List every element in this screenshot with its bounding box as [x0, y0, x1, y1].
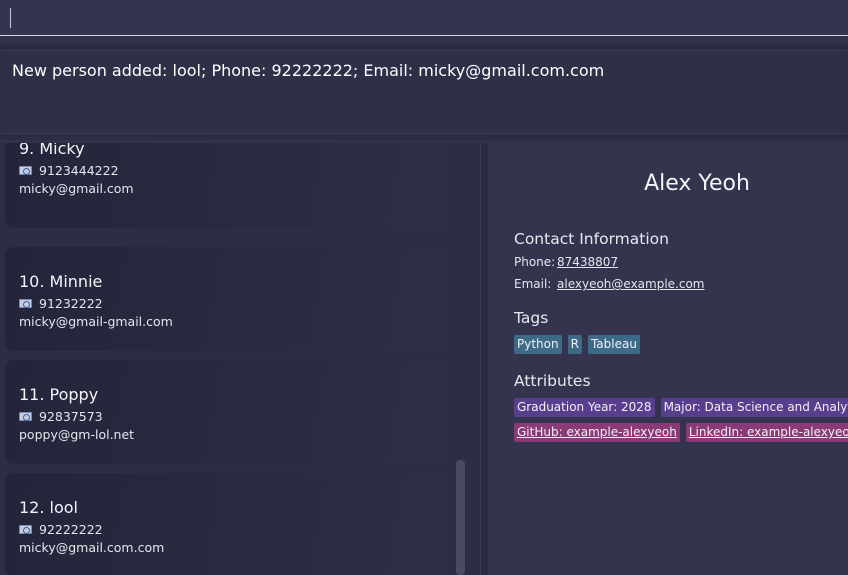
person-email: poppy@gm-lol.net	[19, 427, 135, 442]
linkedin-link-chip[interactable]: LinkedIn: example-alexyeoh	[685, 423, 848, 442]
tag-chip: R	[567, 335, 582, 354]
person-email: micky@gmail-gmail.com	[19, 314, 173, 329]
person-email: micky@gmail.com	[19, 181, 134, 196]
attribute-chip: Graduation Year: 2028	[514, 398, 655, 417]
person-phone: 92222222	[39, 522, 103, 537]
attributes-heading: Attributes	[514, 372, 591, 390]
tag-chip: Python	[514, 335, 562, 354]
split-pane-divider[interactable]	[480, 143, 488, 575]
phone-icon	[19, 525, 32, 534]
phone-icon	[19, 412, 32, 421]
person-name: 11. Poppy	[19, 385, 99, 404]
contact-info-heading: Contact Information	[514, 230, 669, 248]
person-name: 9. Micky	[19, 143, 85, 158]
person-card[interactable]: 11. Poppy 92837573 poppy@gm-lol.net	[5, 360, 448, 464]
person-card[interactable]: 9. Micky 9123444222 micky@gmail.com	[5, 143, 448, 228]
person-list[interactable]: 9. Micky 9123444222 micky@gmail.com 10. …	[0, 143, 480, 575]
command-input[interactable]	[0, 0, 848, 35]
github-link-chip[interactable]: GitHub: example-alexyeoh	[514, 423, 680, 442]
person-detail-panel: Alex Yeoh Contact Information Phone: 874…	[488, 143, 848, 575]
person-phone-row: 92837573	[19, 409, 103, 424]
tag-list: Python R Tableau	[514, 335, 640, 354]
phone-icon	[19, 166, 32, 175]
person-phone: 92837573	[39, 409, 103, 424]
command-box	[0, 0, 848, 36]
phone-link[interactable]: 87438807	[557, 255, 618, 269]
person-phone-row: 91232222	[19, 296, 103, 311]
person-phone: 9123444222	[39, 163, 119, 178]
attribute-list: Graduation Year: 2028 Major: Data Scienc…	[514, 398, 848, 417]
result-message: New person added: lool; Phone: 92222222;…	[12, 61, 605, 80]
result-display[interactable]: New person added: lool; Phone: 92222222;…	[1, 50, 847, 134]
detail-phone-row: Phone: 87438807	[514, 255, 618, 269]
link-attribute-list: GitHub: example-alexyeoh LinkedIn: examp…	[514, 423, 848, 442]
phone-icon	[19, 299, 32, 308]
person-name: 12. lool	[19, 498, 78, 517]
person-name: 10. Minnie	[19, 272, 103, 291]
attribute-chip: Major: Data Science and Analytics	[660, 398, 848, 417]
result-display-container: New person added: lool; Phone: 92222222;…	[0, 44, 848, 140]
detail-email-row: Email: alexyeoh@example.com	[514, 277, 705, 291]
list-scrollbar-thumb[interactable]	[456, 460, 465, 575]
tags-heading: Tags	[514, 309, 549, 327]
person-email: micky@gmail.com.com	[19, 540, 165, 555]
text-caret	[10, 8, 11, 28]
person-phone-row: 92222222	[19, 522, 103, 537]
email-link[interactable]: alexyeoh@example.com	[557, 277, 705, 291]
person-card[interactable]: 12. lool 92222222 micky@gmail.com.com	[5, 473, 448, 575]
phone-label: Phone:	[514, 255, 556, 269]
person-phone-row: 9123444222	[19, 163, 119, 178]
detail-person-name: Alex Yeoh	[644, 171, 750, 196]
tag-chip: Tableau	[587, 335, 640, 354]
person-phone: 91232222	[39, 296, 103, 311]
email-label: Email:	[514, 277, 552, 291]
person-card[interactable]: 10. Minnie 91232222 micky@gmail-gmail.co…	[5, 247, 448, 351]
